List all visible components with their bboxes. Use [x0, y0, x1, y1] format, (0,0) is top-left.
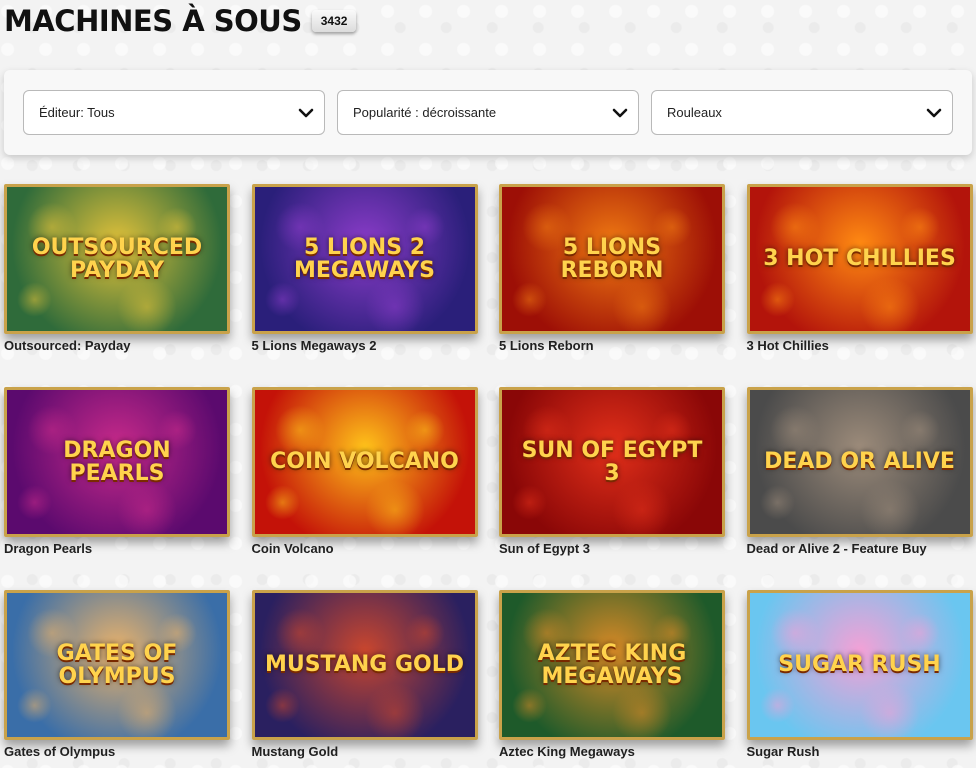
reels-select[interactable]: Rouleaux — [651, 90, 953, 135]
game-card[interactable]: OUTSOURCED PAYDAY Outsourced: Payday — [4, 184, 230, 353]
publisher-select-value: Éditeur: Tous — [39, 105, 115, 120]
game-logo: OUTSOURCED PAYDAY — [31, 234, 203, 283]
thumbnail-decoration — [404, 613, 445, 653]
thumbnail-decoration — [364, 277, 425, 331]
thumbnail-decoration — [117, 683, 177, 737]
game-logo: DEAD OR ALIVE — [764, 449, 955, 475]
game-thumbnail[interactable]: 5 LIONS 2 MEGAWAYS — [251, 184, 478, 334]
game-title[interactable]: Sugar Rush — [747, 744, 973, 759]
game-card[interactable]: AZTEC KING MEGAWAYS Aztec King Megaways — [499, 590, 725, 759]
game-card[interactable]: SUGAR RUSH Sugar Rush — [746, 590, 973, 759]
thumbnail-decoration — [117, 277, 177, 331]
thumbnail-decoration — [512, 282, 547, 317]
thumbnail-decoration — [264, 688, 300, 723]
game-thumbnail[interactable]: DRAGON PEARLS — [4, 387, 230, 537]
thumbnail-decoration — [274, 405, 325, 455]
game-card[interactable]: COIN VOLCANO Coin Volcano — [251, 387, 478, 556]
game-card[interactable]: 3 HOT CHILLIES 3 Hot Chillies — [746, 184, 973, 353]
page-title: MACHINES À SOUS — [4, 4, 302, 38]
thumbnail-decoration — [769, 202, 820, 252]
chevron-down-icon — [926, 108, 942, 118]
thumbnail-decoration — [264, 485, 300, 520]
thumbnail-decoration — [612, 683, 672, 737]
game-thumbnail[interactable]: 3 HOT CHILLIES — [746, 184, 973, 334]
chevron-down-icon — [298, 108, 314, 118]
thumbnail-decoration — [859, 683, 920, 737]
game-card[interactable]: GATES OF OLYMPUS Gates of Olympus — [4, 590, 230, 759]
game-thumbnail[interactable]: MUSTANG GOLD — [251, 590, 478, 740]
game-logo: SUN OF EGYPT 3 — [521, 437, 703, 486]
game-thumbnail[interactable]: SUGAR RUSH — [746, 590, 973, 740]
game-logo: DRAGON PEARLS — [63, 437, 171, 486]
thumbnail-decoration — [612, 480, 672, 534]
filter-bar: Éditeur: Tous Popularité : décroissante … — [4, 70, 972, 155]
thumbnail-decoration — [364, 683, 425, 737]
game-card[interactable]: MUSTANG GOLD Mustang Gold — [251, 590, 478, 759]
game-thumbnail[interactable]: OUTSOURCED PAYDAY — [4, 184, 230, 334]
game-thumbnail[interactable]: SUN OF EGYPT 3 — [499, 387, 725, 537]
thumbnail-decoration — [859, 480, 920, 534]
thumbnail-decoration — [759, 282, 795, 317]
thumbnail-decoration — [899, 613, 940, 653]
game-card[interactable]: SUN OF EGYPT 3 Sun of Egypt 3 — [499, 387, 725, 556]
game-title[interactable]: Sun of Egypt 3 — [499, 541, 725, 556]
thumbnail-decoration — [512, 485, 547, 520]
thumbnail-decoration — [759, 485, 795, 520]
thumbnail-decoration — [17, 688, 52, 723]
game-title[interactable]: 5 Lions Reborn — [499, 338, 725, 353]
thumbnail-decoration — [859, 277, 920, 331]
game-thumbnail[interactable]: DEAD OR ALIVE — [746, 387, 973, 537]
thumbnail-decoration — [264, 282, 300, 317]
game-thumbnail[interactable]: GATES OF OLYMPUS — [4, 590, 230, 740]
game-logo: MUSTANG GOLD — [264, 652, 465, 678]
reels-select-value: Rouleaux — [667, 105, 722, 120]
page-header: MACHINES À SOUS 3432 — [4, 4, 357, 38]
game-logo: 3 HOT CHILLIES — [763, 246, 956, 272]
game-logo: AZTEC KING MEGAWAYS — [537, 640, 687, 689]
thumbnail-decoration — [612, 277, 672, 331]
game-thumbnail[interactable]: AZTEC KING MEGAWAYS — [499, 590, 725, 740]
game-card[interactable]: 5 LIONS REBORN 5 Lions Reborn — [499, 184, 725, 353]
game-title[interactable]: Dragon Pearls — [4, 541, 230, 556]
game-title[interactable]: Gates of Olympus — [4, 744, 230, 759]
game-title[interactable]: Aztec King Megaways — [499, 744, 725, 759]
game-title[interactable]: Dead or Alive 2 - Feature Buy — [747, 541, 973, 556]
game-logo: 5 LIONS 2 MEGAWAYS — [294, 234, 435, 283]
sort-select-value: Popularité : décroissante — [353, 105, 497, 120]
sort-select[interactable]: Popularité : décroissante — [337, 90, 639, 135]
thumbnail-decoration — [404, 410, 445, 450]
thumbnail-decoration — [769, 608, 820, 658]
thumbnail-decoration — [769, 405, 820, 455]
thumbnail-decoration — [899, 410, 940, 450]
thumbnail-decoration — [17, 282, 52, 317]
game-title[interactable]: 3 Hot Chillies — [747, 338, 973, 353]
game-title[interactable]: Mustang Gold — [252, 744, 478, 759]
game-title[interactable]: Outsourced: Payday — [4, 338, 230, 353]
game-title[interactable]: Coin Volcano — [252, 541, 478, 556]
thumbnail-decoration — [512, 688, 547, 723]
game-thumbnail[interactable]: COIN VOLCANO — [251, 387, 478, 537]
game-card[interactable]: 5 LIONS 2 MEGAWAYS 5 Lions Megaways 2 — [251, 184, 478, 353]
thumbnail-decoration — [899, 207, 940, 247]
publisher-select[interactable]: Éditeur: Tous — [23, 90, 325, 135]
thumbnail-decoration — [117, 480, 177, 534]
thumbnail-decoration — [17, 485, 52, 520]
thumbnail-decoration — [274, 608, 325, 658]
game-logo: GATES OF OLYMPUS — [56, 640, 178, 689]
game-title[interactable]: 5 Lions Megaways 2 — [252, 338, 478, 353]
game-card[interactable]: DEAD OR ALIVE Dead or Alive 2 - Feature B… — [746, 387, 973, 556]
thumbnail-decoration — [364, 480, 425, 534]
game-card[interactable]: DRAGON PEARLS Dragon Pearls — [4, 387, 230, 556]
game-logo: COIN VOLCANO — [270, 449, 459, 475]
game-logo: 5 LIONS REBORN — [560, 234, 664, 283]
thumbnail-decoration — [759, 688, 795, 723]
game-logo: SUGAR RUSH — [778, 652, 941, 678]
game-count-badge: 3432 — [311, 10, 357, 32]
game-thumbnail[interactable]: 5 LIONS REBORN — [499, 184, 725, 334]
chevron-down-icon — [612, 108, 628, 118]
